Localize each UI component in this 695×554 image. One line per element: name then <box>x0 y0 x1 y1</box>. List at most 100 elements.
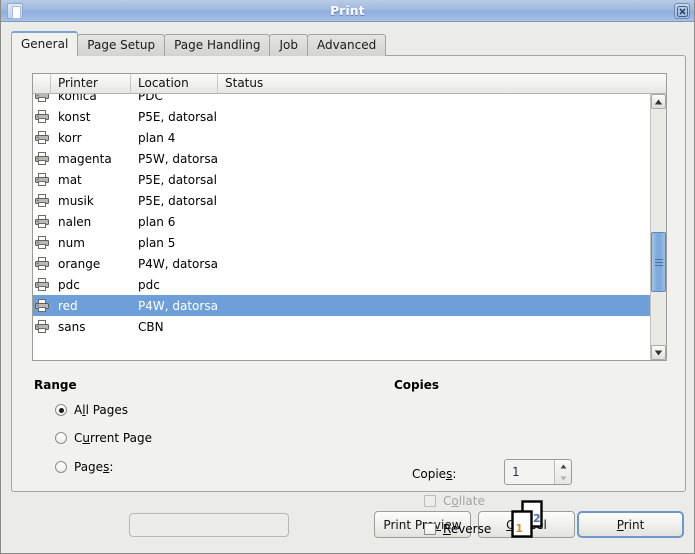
cell-location: PDC <box>138 94 163 103</box>
svg-text:1: 1 <box>515 522 523 535</box>
printer-icon <box>33 173 51 186</box>
printer-icon <box>33 110 51 123</box>
checkbox-reverse[interactable]: Reverse <box>424 522 491 536</box>
tab-advanced[interactable]: Advanced <box>306 34 387 56</box>
scrollbar-grip-icon <box>655 259 663 266</box>
cell-location: plan 5 <box>138 235 176 250</box>
printer-icon <box>33 278 51 291</box>
printer-icon <box>33 299 51 312</box>
checkbox-reverse-label: Reverse <box>443 522 492 536</box>
print-button-label: Print <box>616 517 645 532</box>
cell-printer: pdc <box>58 277 80 292</box>
printer-list-body[interactable]: konica PDC konst P5E, datorsal korr plan 4 mag… <box>33 94 650 360</box>
tab-page-handling[interactable]: Page Handling <box>164 34 271 56</box>
copies-decrement-icon[interactable] <box>555 472 571 484</box>
print-dialog: Print General Page Setup Page Handling J… <box>0 0 695 554</box>
table-row[interactable]: musik P5E, datorsal <box>33 190 650 211</box>
radio-pages[interactable]: Pages: <box>55 460 113 474</box>
cell-printer: magenta <box>58 151 112 166</box>
cell-printer: sans <box>58 319 86 334</box>
table-row[interactable]: konst P5E, datorsal <box>33 106 650 127</box>
table-row[interactable]: sans CBN <box>33 316 650 337</box>
copies-input[interactable]: 1 <box>505 460 554 484</box>
cell-printer: musik <box>58 193 94 208</box>
copies-group-title: Copies <box>394 378 440 392</box>
printer-icon <box>33 131 51 144</box>
cell-printer: mat <box>58 172 82 187</box>
radio-current-page-indicator <box>55 432 67 444</box>
column-header-location[interactable]: Location <box>131 74 218 93</box>
tab-general[interactable]: General <box>11 31 79 56</box>
scrollbar-thumb[interactable] <box>651 232 666 292</box>
table-row[interactable]: mat P5E, datorsal <box>33 169 650 190</box>
table-row[interactable]: nalen plan 6 <box>33 211 650 232</box>
pages-range-input[interactable] <box>129 513 289 537</box>
tab-bar: General Page Setup Page Handling Job Adv… <box>11 31 387 56</box>
cell-location: P5E, datorsal <box>138 109 217 124</box>
scroll-up-icon[interactable] <box>651 94 666 109</box>
collate-preview-icon: 2 1 <box>507 498 549 540</box>
radio-pages-indicator <box>55 461 67 473</box>
cell-location: P5E, datorsal <box>138 172 217 187</box>
printer-icon <box>33 257 51 270</box>
checkbox-collate-label: Collate <box>443 494 485 508</box>
cell-location: plan 4 <box>138 130 176 145</box>
table-row[interactable]: korr plan 4 <box>33 127 650 148</box>
radio-pages-label: Pages: <box>74 460 114 474</box>
cell-location: pdc <box>138 277 160 292</box>
cell-printer: red <box>58 298 78 313</box>
printer-icon <box>33 320 51 333</box>
table-row[interactable]: red P4W, datorsal <box>33 295 650 316</box>
copies-field-label: Copies: <box>412 467 457 481</box>
table-row[interactable]: orange P4W, datorsal <box>33 253 650 274</box>
table-row[interactable]: num plan 5 <box>33 232 650 253</box>
cell-printer: korr <box>58 130 82 145</box>
table-row[interactable]: konica PDC <box>33 94 650 106</box>
column-header-icon[interactable] <box>33 74 51 93</box>
radio-current-page-label: Current Page <box>74 431 152 445</box>
cell-printer: konst <box>58 109 91 124</box>
column-header-status[interactable]: Status <box>218 74 666 93</box>
tab-page-setup[interactable]: Page Setup <box>77 34 166 56</box>
printer-list-header: Printer Location Status <box>33 74 666 94</box>
printer-list: Printer Location Status konica PDC konst P5… <box>32 73 667 361</box>
printer-icon <box>33 215 51 228</box>
printer-icon <box>33 236 51 249</box>
radio-all-pages-indicator <box>55 404 67 416</box>
table-row[interactable]: pdc pdc <box>33 274 650 295</box>
radio-current-page[interactable]: Current Page <box>55 431 152 445</box>
range-group-title: Range <box>34 378 77 392</box>
column-header-printer[interactable]: Printer <box>51 74 131 93</box>
cell-location: P5E, datorsal <box>138 193 217 208</box>
printer-icon <box>33 152 51 165</box>
window-title: Print <box>330 4 365 18</box>
cell-printer: nalen <box>58 214 92 229</box>
cell-location: plan 6 <box>138 214 176 229</box>
title-bar: Print <box>1 0 694 22</box>
cell-location: P5W, datorsal <box>138 151 218 166</box>
cell-printer: num <box>58 235 85 250</box>
cell-printer: orange <box>58 256 101 271</box>
copies-stepper-arrows <box>554 460 571 484</box>
cell-printer: konica <box>58 94 97 103</box>
copies-increment-icon[interactable] <box>555 460 571 472</box>
tab-job[interactable]: Job <box>269 34 308 56</box>
printer-icon <box>33 194 51 207</box>
radio-all-pages[interactable]: All Pages <box>55 403 128 417</box>
scroll-down-icon[interactable] <box>651 345 666 360</box>
svg-text:2: 2 <box>533 512 541 525</box>
checkbox-collate-indicator <box>424 495 436 507</box>
radio-all-pages-label: All Pages <box>74 403 129 417</box>
copies-stepper[interactable]: 1 <box>504 459 572 485</box>
cell-location: CBN <box>138 319 164 334</box>
close-icon[interactable] <box>674 3 690 19</box>
checkbox-collate[interactable]: Collate <box>424 494 485 508</box>
cell-location: P4W, datorsal <box>138 298 218 313</box>
checkbox-reverse-indicator <box>424 523 436 535</box>
general-tab-panel: Printer Location Status konica PDC konst P5… <box>11 55 686 538</box>
printer-list-scrollbar[interactable] <box>650 94 666 360</box>
table-row[interactable]: magenta P5W, datorsal <box>33 148 650 169</box>
printer-icon <box>33 94 51 102</box>
cell-location: P4W, datorsal <box>138 256 218 271</box>
print-button[interactable]: Print <box>577 511 684 538</box>
